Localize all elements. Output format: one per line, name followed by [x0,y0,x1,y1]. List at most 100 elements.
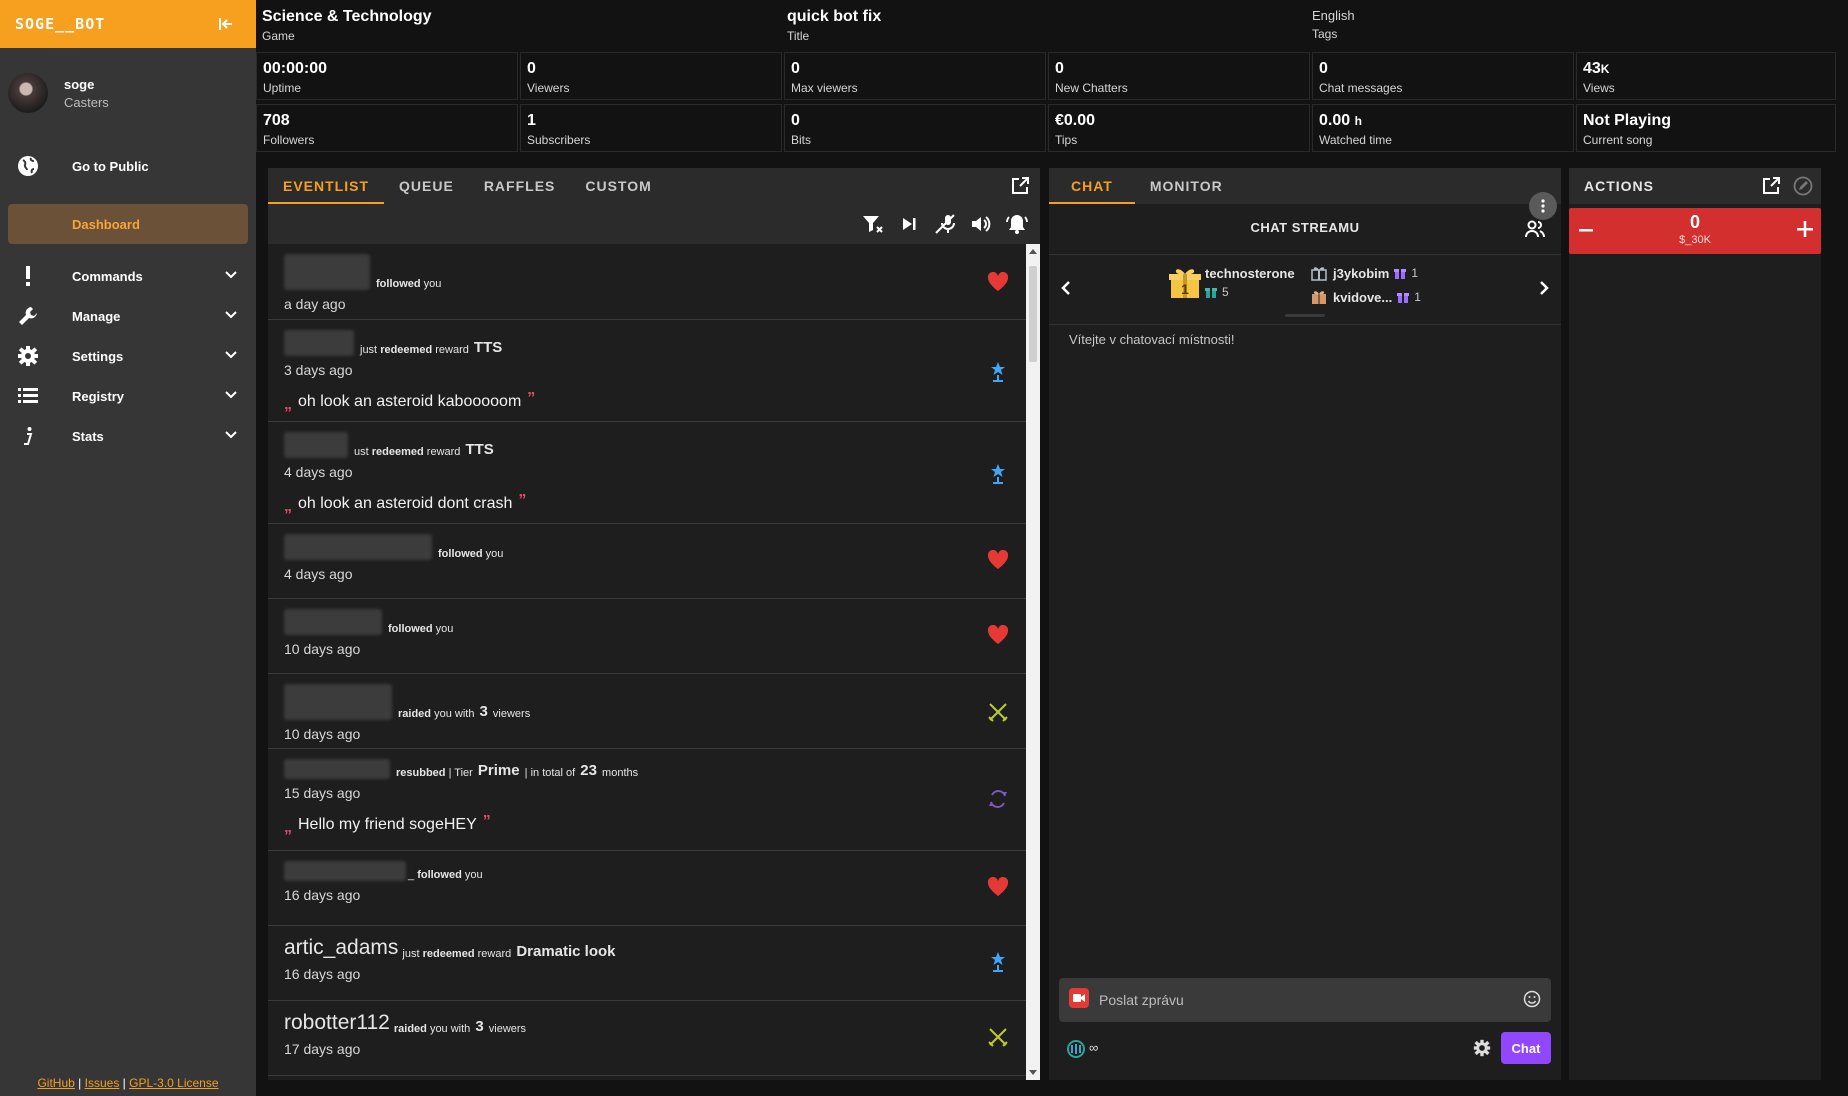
event-word: you [435,623,454,635]
event-verb: followed [376,278,421,290]
sidebar-item-public[interactable]: Go to Public [0,146,256,186]
event-username[interactable]: robotter112 [284,1011,390,1035]
channel-points-icon[interactable] [1067,1040,1085,1063]
open-external-icon[interactable] [1761,176,1781,196]
brand-logo[interactable]: SOGE__BOT [15,15,105,33]
refresh-icon [986,787,1010,811]
eventlist-scrollbar[interactable] [1026,244,1040,1080]
chat-welcome-message: Vítejte v chatovací místnosti! [1069,332,1235,347]
raid-count: 3 [475,1018,484,1035]
stat-chat-messages: 0 Chat messages [1312,52,1574,100]
list-item[interactable]: followed you a day ago [268,244,1026,320]
list-item[interactable]: _ followed you 16 days ago [268,851,1026,926]
stat-label: Title [787,29,810,43]
skip-icon[interactable] [898,214,920,234]
sidebar-item-stats[interactable]: Stats [0,416,256,456]
more-vertical-icon[interactable] [1529,192,1557,220]
user-profile[interactable]: soge Casters [0,48,256,138]
collapse-sidebar-icon[interactable] [216,14,236,34]
increment-button[interactable] [1797,221,1813,242]
message-text: Hello my friend sogeHEY [298,816,477,833]
license-link[interactable]: GPL-3.0 License [129,1076,218,1090]
gifter-count-row: 5 [1205,285,1295,299]
gear-icon[interactable] [1473,1039,1491,1062]
stat-subscribers: 1 Subscribers [520,104,782,152]
tab-custom[interactable]: CUSTOM [570,168,666,204]
list-item[interactable]: ust redeemed reward TTS 4 days ago „ oh … [268,422,1026,524]
list-item[interactable]: just redeemed reward TTS 3 days ago „ oh… [268,320,1026,422]
event-time: 17 days ago [284,1041,361,1057]
stat-game[interactable]: Science & Technology Game [256,0,780,48]
scroll-thumb[interactable] [1029,266,1037,362]
stat-value: €0.00 [1055,112,1096,129]
event-word: | Tier [448,767,473,779]
chevron-down-icon [224,308,238,325]
stat-title[interactable]: quick bot fix Title [781,0,1305,48]
reward-icon [986,360,1010,384]
chevron-down-icon [224,428,238,445]
github-link[interactable]: GitHub [37,1076,74,1090]
emoji-icon[interactable] [1523,990,1541,1013]
bell-ringing-icon[interactable] [1006,214,1028,234]
sidebar-item-registry[interactable]: Registry [0,376,256,416]
volume-icon[interactable] [970,214,992,234]
event-time: 16 days ago [284,887,361,903]
info-icon [16,424,40,448]
scroll-down-icon[interactable] [1029,1070,1037,1076]
event-text: raided you with 3 viewers [284,684,1026,720]
tab-raffles[interactable]: RAFFLES [469,168,571,204]
sidebar-item-commands[interactable]: Commands [0,256,256,296]
camera-icon[interactable] [1069,987,1089,1013]
stat-suffix: K [1600,62,1610,76]
filter-icon[interactable] [862,214,884,234]
list-item[interactable]: robotter112 raided you with 3 viewers 17… [268,1001,1026,1076]
tab-eventlist[interactable]: EVENTLIST [268,168,385,204]
chevron-left-icon[interactable] [1061,280,1071,301]
event-text: _ followed you [284,861,1026,881]
stat-value: 1 [527,112,536,129]
event-time: 4 days ago [284,464,353,480]
open-external-icon[interactable] [1010,176,1030,196]
scroll-up-icon[interactable] [1029,248,1037,254]
stat-tags[interactable]: English Tags [1306,0,1830,48]
stat-suffix: h [1354,114,1362,128]
event-username[interactable]: artic_adams [284,936,398,960]
chat-send-button[interactable]: Chat [1501,1032,1551,1064]
event-time: 10 days ago [284,641,361,657]
list-item[interactable]: followed you 4 days ago [268,524,1026,599]
mic-off-icon[interactable] [934,214,956,234]
tab-chat[interactable]: CHAT [1049,168,1135,204]
divider [1049,324,1561,325]
chat-message-input[interactable] [1099,992,1499,1008]
stat-value: 0 [791,60,800,77]
counter-label: $_30K [1679,234,1711,246]
event-word: just [360,344,378,356]
stat-value: 0 [1319,60,1328,77]
sidebar-item-dashboard[interactable]: Dashboard [8,204,248,244]
tab-queue[interactable]: QUEUE [384,168,469,204]
list-item[interactable]: raided you with 3 viewers 10 days ago [268,674,1026,749]
swords-icon [986,700,1010,724]
sidebar-item-settings[interactable]: Settings [0,336,256,376]
event-verb: followed [438,548,483,560]
stat-label: Tags [1312,27,1338,41]
tab-monitor[interactable]: MONITOR [1135,168,1238,204]
gifter-count: 1 [1411,266,1419,280]
edit-circle-icon[interactable] [1793,176,1813,196]
chevron-right-icon[interactable] [1539,280,1549,301]
sidebar-item-manage[interactable]: Manage [0,296,256,336]
chevron-down-icon [224,388,238,405]
stat-label: New Chatters [1055,81,1128,95]
list-item[interactable]: resubbed | Tier Prime | in total of 23 m… [268,749,1026,851]
list-item[interactable]: artic_adams just redeemed reward Dramati… [268,926,1026,1001]
gifter-count: 5 [1222,285,1229,299]
issues-link[interactable]: Issues [85,1076,120,1090]
quote-close: ” [527,390,536,407]
chat-bottom-bar: ∞ Chat [1059,1032,1551,1064]
event-time: 15 days ago [284,785,361,801]
users-icon[interactable] [1525,220,1545,243]
event-text: just redeemed reward TTS [284,330,1026,356]
list-item[interactable]: followed you 10 days ago [268,599,1026,674]
stat-label: Followers [263,133,315,147]
event-word: months [602,767,639,779]
